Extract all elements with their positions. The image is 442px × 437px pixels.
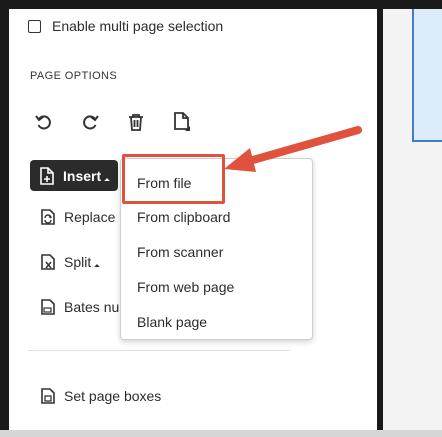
insert-label: Insert — [63, 167, 102, 184]
replace-button[interactable]: Replace — [39, 207, 115, 227]
highlight-box — [122, 154, 225, 204]
undo-icon[interactable] — [32, 110, 56, 134]
split-button[interactable]: Split — [39, 252, 101, 272]
panel-separator — [377, 0, 383, 437]
from-clipboard-option[interactable]: From clipboard — [137, 209, 230, 225]
from-web-page-option[interactable]: From web page — [137, 279, 234, 295]
bates-numbering-button[interactable]: Bates nu — [39, 297, 119, 317]
blank-page-option[interactable]: Blank page — [137, 314, 207, 330]
window-frame-top — [0, 0, 442, 9]
page-options-heading: PAGE OPTIONS — [30, 70, 118, 82]
split-page-icon — [41, 254, 55, 270]
multi-page-checkbox[interactable] — [28, 19, 41, 33]
insert-button[interactable]: Insert — [30, 160, 119, 191]
multi-page-selection-option[interactable]: Enable multi page selection — [28, 18, 223, 34]
extract-page-icon[interactable] — [170, 110, 194, 134]
insert-page-icon — [40, 166, 54, 185]
caret-icon — [104, 177, 110, 184]
page-toolbar — [32, 110, 194, 134]
replace-page-icon — [41, 209, 55, 225]
split-label: Split — [64, 254, 92, 270]
delete-icon[interactable] — [124, 110, 148, 134]
set-page-boxes-button[interactable]: Set page boxes — [39, 386, 161, 406]
set-page-boxes-icon — [41, 388, 55, 404]
bates-numbering-icon — [41, 299, 55, 315]
caret-icon — [94, 264, 101, 270]
replace-label: Replace — [64, 209, 116, 225]
redo-icon[interactable] — [78, 110, 102, 134]
annotation-arrow — [224, 126, 362, 172]
window-frame-bottom — [0, 430, 442, 437]
bates-numbering-label: Bates nu — [64, 299, 120, 315]
section-divider — [28, 350, 290, 351]
window-frame-left — [0, 0, 9, 437]
from-scanner-option[interactable]: From scanner — [137, 244, 223, 260]
page-thumbnail[interactable] — [412, 9, 442, 142]
set-page-boxes-label: Set page boxes — [64, 388, 162, 404]
multi-page-label: Enable multi page selection — [52, 18, 224, 34]
